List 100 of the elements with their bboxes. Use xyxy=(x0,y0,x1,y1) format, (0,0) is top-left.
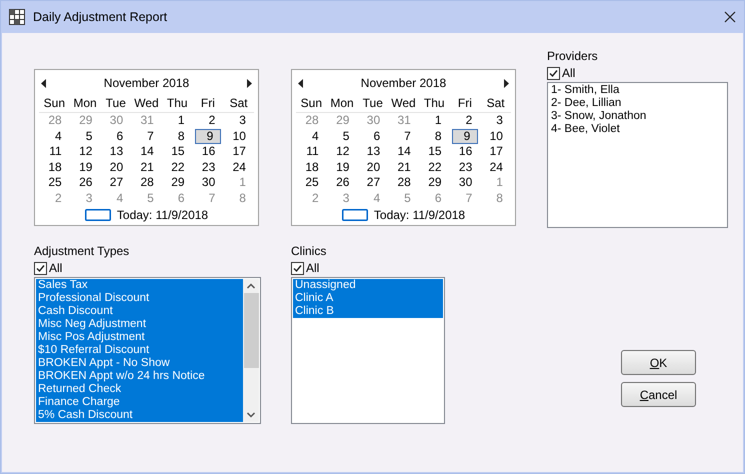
list-item[interactable]: Finance Charge xyxy=(36,396,243,409)
calendar-day[interactable]: 27 xyxy=(100,175,132,190)
calendar-day[interactable]: 24 xyxy=(223,160,254,175)
calendar-day[interactable]: 13 xyxy=(357,144,388,160)
calendar-day[interactable]: 15 xyxy=(418,144,450,160)
dialog-button[interactable]: Cancel xyxy=(621,382,696,407)
calendar-day[interactable]: 30 xyxy=(450,175,480,190)
calendar-day[interactable]: 14 xyxy=(388,144,419,160)
calendar-day[interactable]: 21 xyxy=(131,160,162,175)
list-item[interactable]: Cash Discount xyxy=(36,305,243,318)
calendar-day[interactable]: 16 xyxy=(450,144,480,160)
calendar-day[interactable]: 11 xyxy=(296,144,327,160)
calendar-day[interactable]: 19 xyxy=(70,160,100,175)
list-item[interactable]: Misc Pos Adjustment xyxy=(36,331,243,344)
checkbox[interactable] xyxy=(34,262,47,274)
calendar-day[interactable]: 28 xyxy=(388,175,419,190)
calendar-day[interactable]: 30 xyxy=(192,175,224,190)
calendar-day[interactable]: 26 xyxy=(326,175,358,190)
calendar-day[interactable]: 27 xyxy=(357,175,388,190)
calendar-day[interactable]: 17 xyxy=(480,144,511,160)
list-item[interactable]: Misc Neg Adjustment xyxy=(36,318,243,331)
calendar-day[interactable]: 24 xyxy=(480,160,511,175)
list-item[interactable]: Clinic A xyxy=(293,292,443,305)
calendar-day[interactable]: 12 xyxy=(70,144,100,160)
list-box[interactable] xyxy=(34,277,261,424)
calendar-day[interactable]: 10 xyxy=(223,128,254,144)
calendar-day[interactable]: 25 xyxy=(39,175,70,190)
calendar-day[interactable]: 14 xyxy=(131,144,162,160)
calendar-day[interactable]: 16 xyxy=(192,144,224,160)
list-item[interactable]: 3- Snow, Jonathon xyxy=(549,110,726,123)
list-item[interactable]: Professional Discount xyxy=(36,292,243,305)
list-item[interactable]: Returned Check xyxy=(36,383,243,396)
calendar-day[interactable]: 18 xyxy=(39,160,70,175)
calendar-day[interactable]: 17 xyxy=(223,144,254,160)
previous-month-icon[interactable] xyxy=(41,78,46,88)
calendar-day[interactable]: 12 xyxy=(326,144,358,160)
calendar-day[interactable]: 9 xyxy=(194,128,222,144)
next-month-icon[interactable] xyxy=(246,78,252,88)
calendar-day[interactable]: 1 xyxy=(418,113,450,128)
list-item[interactable]: $10 Referral Discount xyxy=(36,344,243,357)
previous-month-icon[interactable] xyxy=(298,78,303,88)
list-item[interactable]: 5% Cash Discount xyxy=(36,409,243,422)
calendar-day[interactable]: 13 xyxy=(100,144,132,160)
checkbox[interactable] xyxy=(291,262,304,274)
list-item[interactable]: Sales Tax xyxy=(36,279,243,292)
calendar-day[interactable]: 1 xyxy=(162,113,193,128)
today-link[interactable]: Today: 11/9/2018 xyxy=(374,208,466,222)
calendar-day[interactable]: 5 xyxy=(326,128,358,144)
checkbox-label: All xyxy=(49,261,62,275)
calendar-day[interactable]: 8 xyxy=(418,128,450,144)
calendar-day[interactable]: 3 xyxy=(223,113,254,128)
calendar-day[interactable]: 29 xyxy=(418,175,450,190)
calendar-day[interactable]: 4 xyxy=(296,128,327,144)
month-title[interactable]: November 2018 xyxy=(360,76,446,90)
calendar-day[interactable]: 23 xyxy=(450,160,480,175)
scrollbar[interactable] xyxy=(243,279,259,422)
calendar-day[interactable]: 9 xyxy=(452,128,478,144)
checkbox[interactable] xyxy=(547,66,560,80)
calendar-day[interactable]: 21 xyxy=(388,160,419,175)
calendar-day[interactable]: 7 xyxy=(388,128,419,144)
calendar-day[interactable]: 2 xyxy=(192,113,224,128)
calendar-day[interactable]: 4 xyxy=(39,128,70,144)
list-item[interactable]: BROKEN Appt - No Show xyxy=(36,357,243,370)
calendar-day[interactable]: 11 xyxy=(39,144,70,160)
list-item[interactable]: 1- Smith, Ella xyxy=(549,84,726,97)
section-label: Clinics xyxy=(291,244,328,260)
calendar-day[interactable]: 20 xyxy=(100,160,132,175)
list-item[interactable]: Clinic B xyxy=(293,305,443,318)
list-item[interactable]: 2- Dee, Lillian xyxy=(549,97,726,110)
list-item[interactable]: BROKEN Appt w/o 24 hrs Notice xyxy=(36,370,243,383)
list-item[interactable]: 4- Bee, Violet xyxy=(549,123,726,136)
calendar-day[interactable]: 19 xyxy=(326,160,358,175)
list-box[interactable]: Unassigned Clinic A Clinic B xyxy=(291,277,445,424)
list-box[interactable]: 1- Smith, Ella 2- Dee, Lillian 3- Snow, Jonathon 4- Bee, Violet xyxy=(547,82,728,228)
close-icon[interactable] xyxy=(724,11,736,23)
list-item[interactable]: Unassigned xyxy=(293,279,443,292)
calendar-day[interactable]: 6 xyxy=(357,128,388,144)
calendar-day[interactable]: 18 xyxy=(296,160,327,175)
calendar-day[interactable]: 15 xyxy=(162,144,193,160)
calendar-day[interactable]: 25 xyxy=(296,175,327,190)
today-link[interactable]: Today: 11/9/2018 xyxy=(116,208,208,222)
calendar-day[interactable]: 22 xyxy=(162,160,193,175)
scroll-thumb[interactable] xyxy=(244,293,258,368)
month-title[interactable]: November 2018 xyxy=(104,76,190,90)
calendar-day[interactable]: 3 xyxy=(480,113,511,128)
calendar-day[interactable]: 22 xyxy=(418,160,450,175)
calendar-day[interactable]: 10 xyxy=(480,128,511,144)
calendar-day[interactable]: 23 xyxy=(192,160,224,175)
dialog-button[interactable]: OK xyxy=(621,350,696,375)
calendar-day[interactable]: 5 xyxy=(70,128,100,144)
calendar-day[interactable]: 26 xyxy=(70,175,100,190)
calendar-day[interactable]: 28 xyxy=(131,175,162,190)
calendar-day[interactable]: 20 xyxy=(357,160,388,175)
calendar-day[interactable]: 6 xyxy=(100,128,132,144)
calendar-day[interactable]: 2 xyxy=(450,113,480,128)
calendar-day[interactable]: 8 xyxy=(162,128,193,144)
calendar-day[interactable]: 7 xyxy=(131,128,162,144)
calendar-day[interactable]: 29 xyxy=(162,175,193,190)
weekday-label: Wed xyxy=(131,94,162,113)
next-month-icon[interactable] xyxy=(504,78,509,88)
